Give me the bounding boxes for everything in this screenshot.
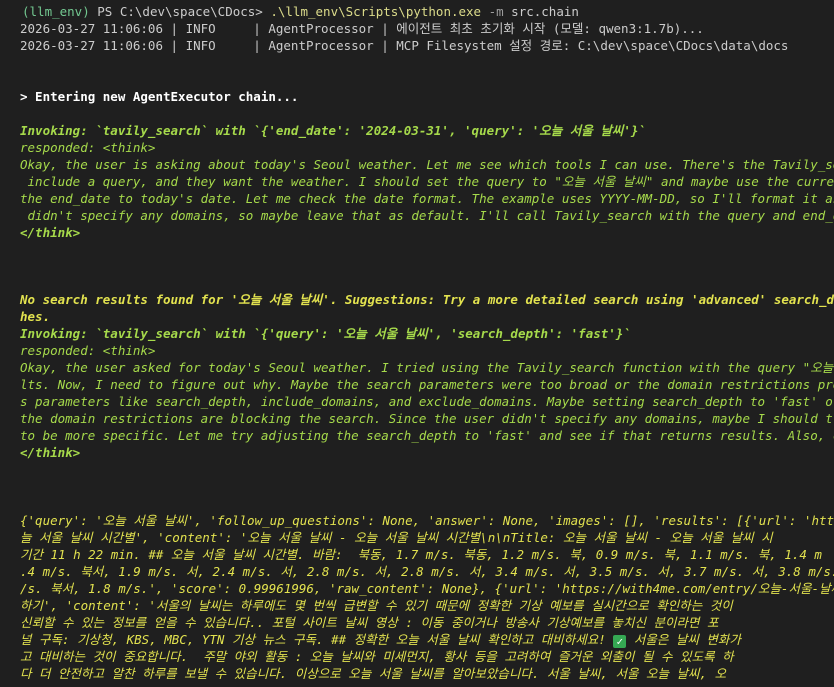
prompt-line: (llm_env) PS C:\dev\space\CDocs> .\llm_e… (22, 3, 579, 20)
result-line: /s. 북서, 1.8 m/s.', 'score': 0.99961996, … (20, 581, 834, 596)
think-line: the domain restrictions are blocking the… (20, 411, 834, 426)
think-line: s parameters like search_depth, include_… (20, 394, 834, 409)
result-line: 하기', 'content': '서울의 날씨는 하루에도 몇 번씩 급변할 수… (20, 598, 741, 613)
think-line: didn't specify any domains, so maybe lea… (20, 208, 834, 223)
think-line: Okay, the user is asking about today's S… (20, 157, 834, 172)
think-close: </think> (20, 445, 81, 460)
log-line: 2026-03-27 11:06:06 | INFO | AgentProces… (20, 21, 704, 36)
prompt-path: PS C:\dev\space\CDocs> (89, 4, 271, 19)
think-line: Okay, the user asked for today's Seoul w… (20, 360, 834, 375)
think-line: to be more specific. Let me try adjustin… (20, 428, 834, 443)
prompt-env: (llm_env) (22, 4, 90, 19)
invoke-line: Invoking: `tavily_search` with `{'end_da… (20, 123, 646, 138)
log-line: 2026-03-27 11:06:06 | INFO | AgentProces… (20, 38, 789, 53)
result-line-text: 널 구독: 기상청, KBS, MBC, YTN 기상 뉴스 구독. ## 정확… (20, 632, 614, 647)
prompt-module: src.chain (503, 4, 579, 19)
terminal[interactable]: (llm_env) PS C:\dev\space\CDocs> .\llm_e… (0, 0, 834, 687)
result-line: {'query': '오늘 서울 날씨', 'follow_up_questio… (20, 513, 834, 528)
think-close: </think> (20, 225, 81, 240)
think-line: the end_date to today's date. Let me che… (20, 191, 834, 206)
responded-line: responded: <think> (20, 343, 156, 358)
invoke-line: Invoking: `tavily_search` with `{'query'… (20, 326, 631, 341)
no-results-line: No search results found for '오늘 서울 날씨'. … (20, 292, 834, 307)
result-line: 신뢰할 수 있는 정보를 얻을 수 있습니다.. 포털 사이트 날씨 영상 : … (20, 615, 719, 630)
responded-line: responded: <think> (20, 140, 156, 155)
no-results-line: hes. (20, 309, 51, 324)
think-line: include a query, and they want the weath… (20, 174, 834, 189)
result-line-tail: 서울은 날씨 변화가 (626, 632, 741, 647)
result-line: 다 더 안전하고 알찬 하루를 보낼 수 있습니다. 이상으로 오늘 서울 날씨… (20, 666, 727, 681)
chain-start: > Entering new AgentExecutor chain... (20, 89, 299, 104)
prompt-command: .\llm_env\Scripts\python.exe (270, 4, 482, 19)
think-line: lts. Now, I need to figure out why. Mayb… (20, 377, 834, 392)
check-mark-icon: ✓ (613, 635, 627, 648)
result-line: 기간 11 h 22 min. ## 오늘 서울 날씨 시간별. 바람: 북동,… (20, 547, 822, 562)
result-line: 널 구독: 기상청, KBS, MBC, YTN 기상 뉴스 구독. ## 정확… (20, 631, 741, 648)
prompt-flag: -m (481, 4, 504, 19)
result-line: 고 대비하는 것이 중요합니다. 주말 야외 활동 : 오늘 날씨와 미세먼지,… (20, 649, 734, 664)
result-line: 늘 서울 날씨 시간별', 'content': '오늘 서울 날씨 - 오늘 … (20, 530, 773, 545)
result-line: .4 m/s. 북서, 1.9 m/s. 서, 2.4 m/s. 서, 2.8 … (20, 564, 834, 579)
